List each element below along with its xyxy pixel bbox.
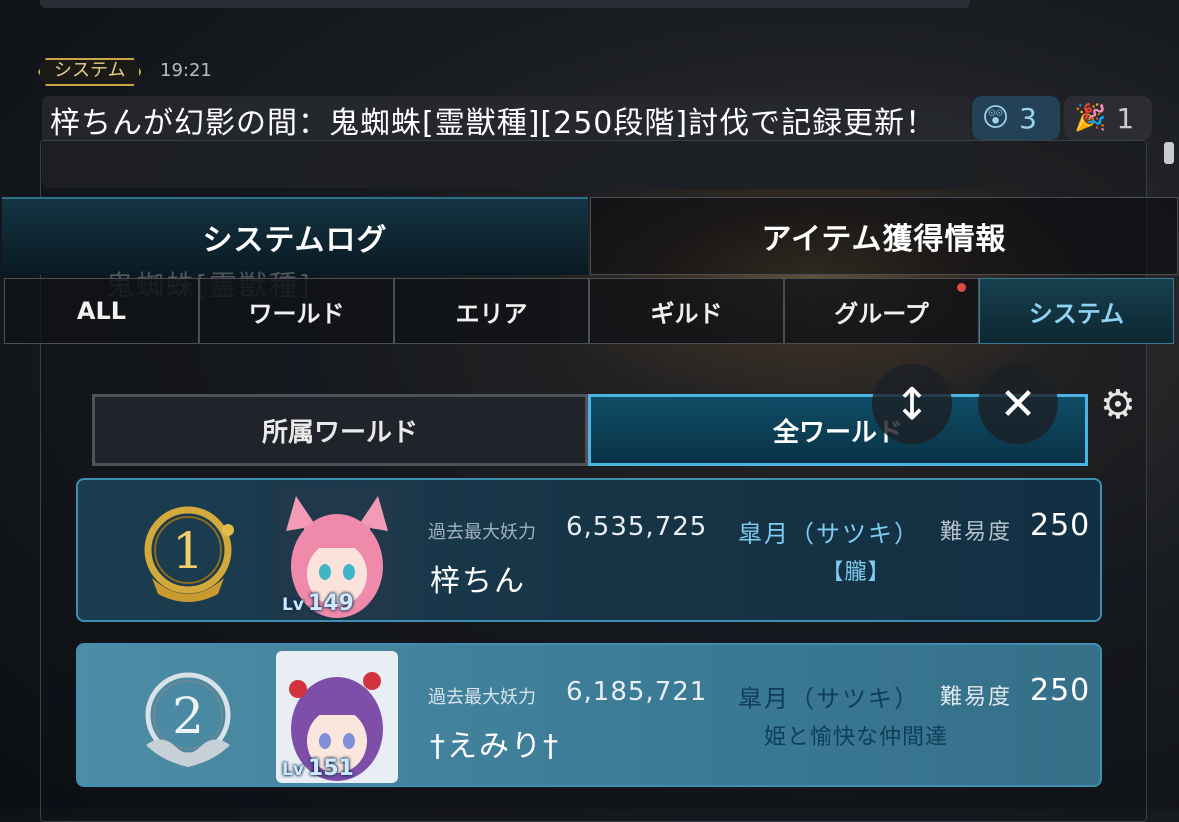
player-world: 皐月（サツキ） <box>738 520 920 548</box>
player-name: †えみり† <box>430 729 560 764</box>
tab-label: ギルド <box>650 299 723 328</box>
tab-label: エリア <box>455 299 528 328</box>
gear-icon[interactable]: ⚙ <box>1100 382 1136 428</box>
channel-tabs: ALL ワールド エリア ギルド グループ システム <box>4 278 1174 344</box>
player-guild: 姫と愉快な仲間達 <box>763 725 948 750</box>
difficulty-label: 難易度 <box>940 685 1013 710</box>
max-power-value: 6,535,725 <box>566 512 708 542</box>
difficulty-label: 難易度 <box>940 520 1013 545</box>
rank-number: 2 <box>172 687 204 745</box>
player-level: Lv 151 <box>282 756 354 781</box>
silver-rank-medal-icon: 2 <box>145 672 231 767</box>
tab-label: ワールド <box>248 299 345 328</box>
top-message-strip <box>40 0 970 8</box>
surprised-emoji-icon: 😲 <box>982 103 1010 133</box>
tab-label: ALL <box>76 297 127 325</box>
vertical-arrows-icon: ↕ <box>893 378 931 430</box>
gold-rank-medal-icon: 1 <box>144 506 234 602</box>
max-power-value: 6,185,721 <box>566 677 708 707</box>
difficulty-value: 250 <box>1030 508 1091 543</box>
close-button[interactable]: ✕ <box>978 364 1058 444</box>
own-world-button[interactable]: 所属ワールド <box>92 394 588 466</box>
player-avatar: Lv 151 <box>276 651 398 783</box>
player-world: 皐月（サツキ） <box>738 685 920 713</box>
difficulty-value: 250 <box>1030 673 1091 708</box>
close-icon: ✕ <box>999 378 1037 430</box>
player-avatar: Lv 149 <box>276 486 398 618</box>
scrollbar-thumb[interactable] <box>1164 142 1174 164</box>
max-power-label: 過去最大妖力 <box>428 687 536 708</box>
tab-guild[interactable]: ギルド <box>589 278 784 344</box>
reaction-count: 3 <box>1019 101 1037 135</box>
player-level: Lv 149 <box>282 591 354 616</box>
tab-group[interactable]: グループ <box>784 278 979 344</box>
tab-item-acquisition[interactable]: アイテム獲得情報 <box>590 197 1178 275</box>
system-tag: システム <box>38 58 141 86</box>
resize-button[interactable]: ↕ <box>872 364 952 444</box>
tab-label: グループ <box>834 299 929 328</box>
reaction-surprised[interactable]: 😲 3 <box>972 96 1060 140</box>
max-power-label: 過去最大妖力 <box>428 522 536 543</box>
tab-all[interactable]: ALL <box>4 278 199 344</box>
tab-area[interactable]: エリア <box>394 278 589 344</box>
tab-label: システム <box>1028 299 1125 328</box>
notification-dot <box>957 283 966 292</box>
ranking-row-1[interactable]: 1 Lv 149 過去最大妖力 6,535,725 梓ちん 皐月（サツキ） 【朧】… <box>76 478 1102 622</box>
party-popper-icon: 🎉 <box>1074 103 1107 133</box>
reaction-party[interactable]: 🎉 1 <box>1064 96 1152 140</box>
rank-number: 1 <box>172 522 204 580</box>
player-name: 梓ちん <box>430 564 526 599</box>
reaction-count: 1 <box>1116 101 1135 135</box>
message-time: 19:21 <box>160 60 212 81</box>
player-guild: 【朧】 <box>821 560 891 585</box>
tab-system[interactable]: システム <box>979 278 1174 344</box>
tab-world[interactable]: ワールド <box>199 278 394 344</box>
ranking-row-2[interactable]: 2 Lv 151 過去最大妖力 6,185,721 †えみり† 皐月（サツキ） 姫… <box>76 643 1102 787</box>
